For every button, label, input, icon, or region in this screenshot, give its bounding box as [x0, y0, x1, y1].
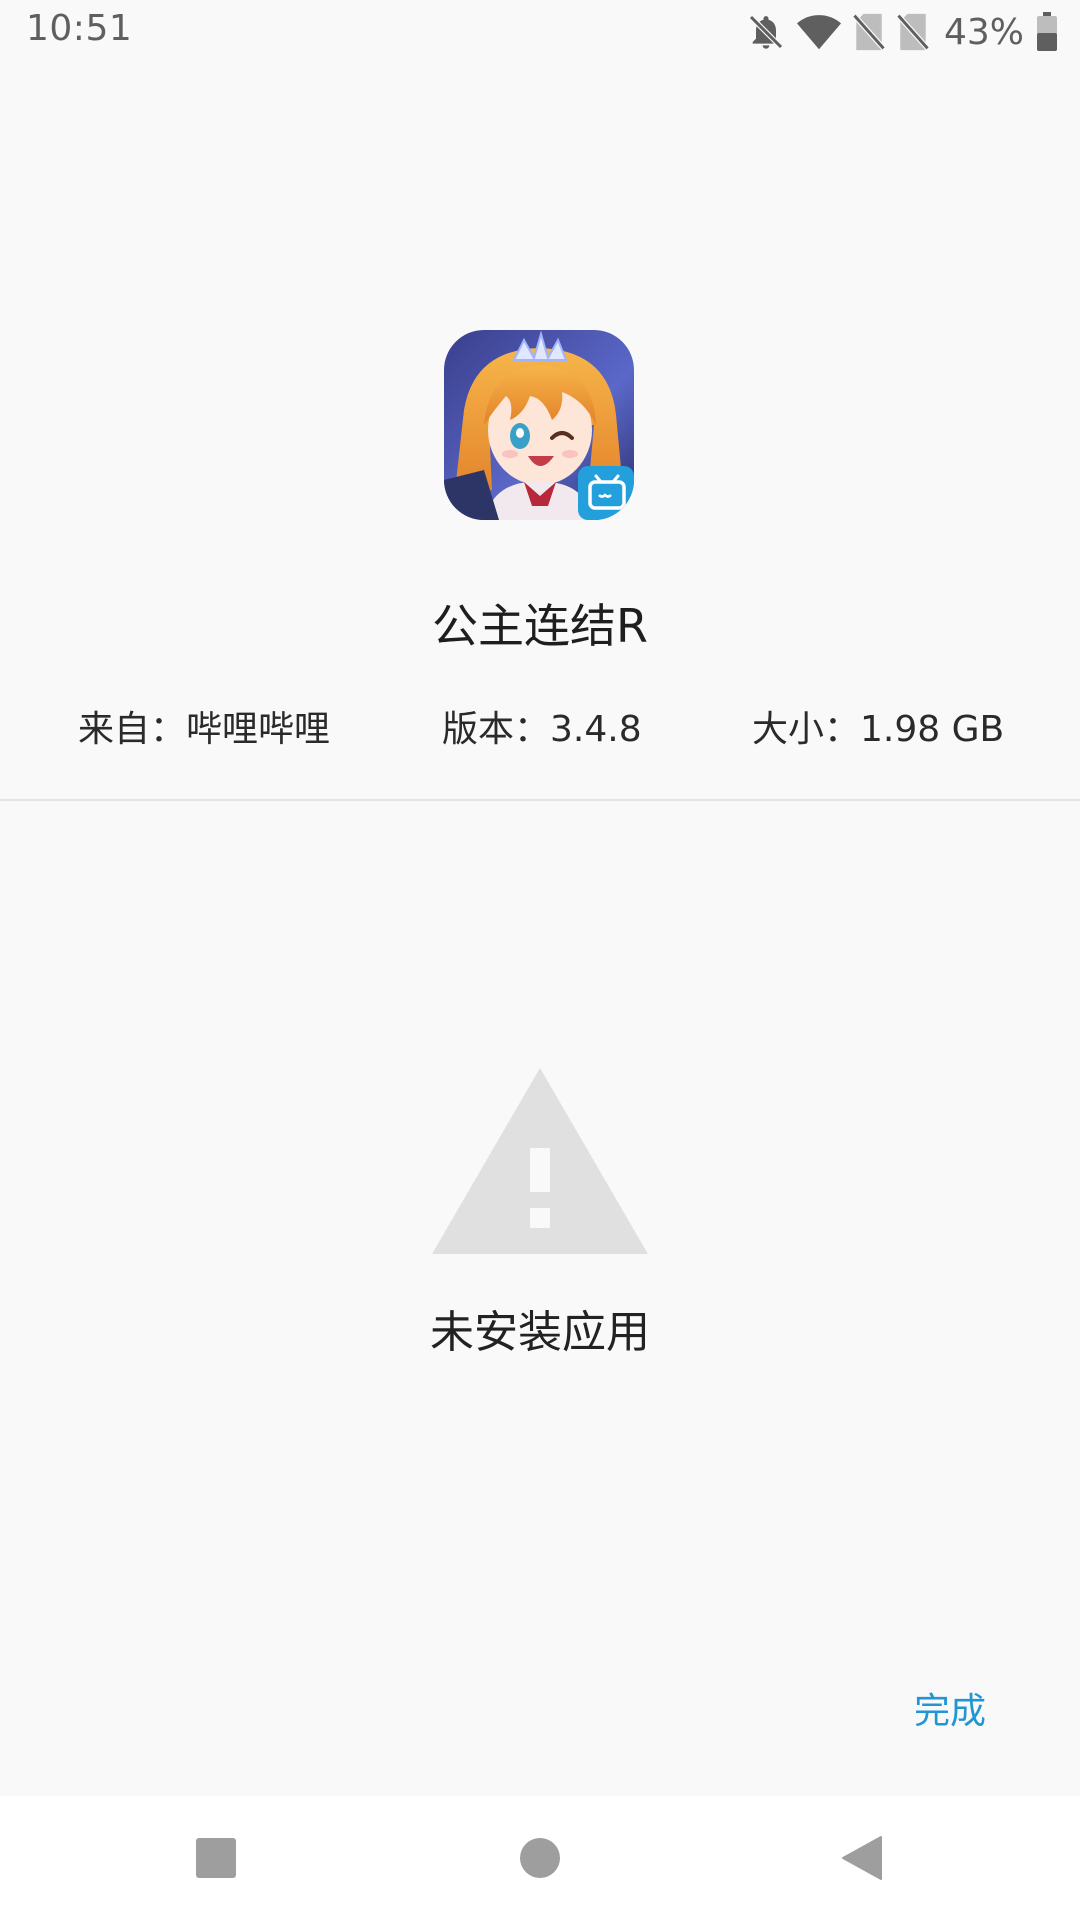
battery-icon	[1036, 12, 1058, 52]
app-icon	[444, 330, 634, 520]
app-info-row: 来自：哔哩哔哩 版本：3.4.8 大小：1.98 GB	[0, 700, 1080, 760]
app-name: 公主连结R	[432, 599, 648, 653]
status-time: 10:51	[26, 8, 133, 49]
app-size: 大小：1.98 GB	[752, 709, 1005, 750]
wifi-icon	[796, 12, 842, 52]
home-icon	[520, 1838, 560, 1878]
no-sim-icon	[852, 12, 886, 52]
done-button[interactable]: 完成	[906, 1672, 994, 1744]
back-icon	[842, 1836, 882, 1880]
divider	[0, 799, 1080, 801]
app-source: 来自：哔哩哔哩	[78, 709, 331, 750]
battery-percent: 43%	[943, 11, 1024, 53]
home-button[interactable]	[508, 1826, 572, 1890]
recent-apps-icon	[196, 1838, 236, 1878]
recent-apps-button[interactable]	[184, 1826, 248, 1890]
app-version: 版本：3.4.8	[442, 709, 642, 750]
warning-icon	[432, 1068, 648, 1254]
status-icons: 43%	[746, 10, 1058, 54]
install-failed-message: 未安装应用	[430, 1307, 650, 1358]
navigation-bar	[0, 1796, 1080, 1920]
no-sim-icon	[896, 12, 930, 52]
status-bar: 10:51 43%	[0, 0, 1080, 64]
install-result-screen: 10:51 43% 公主连结R 来自：哔哩哔哩 版本：3.4.8 大小：1.98…	[0, 0, 1080, 1920]
back-button[interactable]	[830, 1826, 894, 1890]
notifications-off-icon	[746, 12, 786, 52]
